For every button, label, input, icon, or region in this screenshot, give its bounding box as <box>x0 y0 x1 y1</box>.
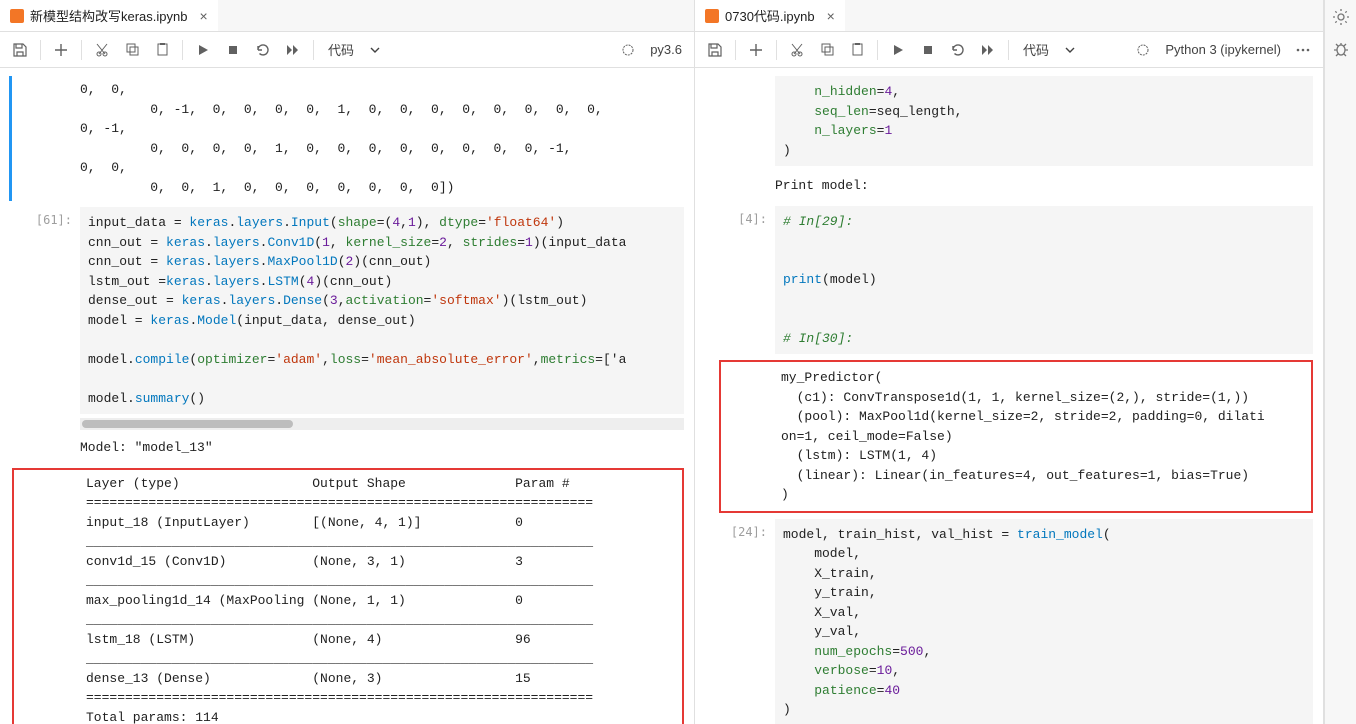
tab-title: 0730代码.ipynb <box>725 6 815 25</box>
kernel-name[interactable]: py3.6 <box>644 42 688 57</box>
cell-type-label: 代码 <box>328 40 354 59</box>
code-cell-top[interactable]: n_hidden=4, seq_len=seq_length, n_layers… <box>707 76 1313 200</box>
add-cell-button[interactable] <box>742 36 770 64</box>
kernel-name[interactable]: Python 3 (ipykernel) <box>1159 42 1287 57</box>
print-model-header: Print model: <box>775 166 1313 200</box>
right-pane: 0730代码.ipynb × 代码 Python 3 (ipyke <box>695 0 1324 724</box>
app-root: 新模型结构改写keras.ipynb × 代码 py3.6 <box>0 0 1356 724</box>
notebook-content-left[interactable]: 0, 0, 0, -1, 0, 0, 0, 0, 1, 0, 0, 0, 0, … <box>0 68 694 724</box>
run-button[interactable] <box>189 36 217 64</box>
code-input-top[interactable]: n_hidden=4, seq_len=seq_length, n_layers… <box>775 76 1313 166</box>
close-icon[interactable]: × <box>199 8 207 24</box>
kernel-idle-icon[interactable] <box>1129 36 1157 64</box>
jupyter-icon <box>705 9 719 23</box>
cut-button[interactable] <box>783 36 811 64</box>
tab-right-notebook[interactable]: 0730代码.ipynb × <box>695 0 845 31</box>
chevron-down-icon <box>1065 45 1075 55</box>
tabbar-right: 0730代码.ipynb × <box>695 0 1323 32</box>
model-name-output: Model: "model_13" <box>80 430 684 462</box>
save-button[interactable] <box>6 36 34 64</box>
kernel-idle-icon[interactable] <box>614 36 642 64</box>
right-sidebar <box>1324 0 1356 724</box>
cell-type-label: 代码 <box>1023 40 1049 59</box>
paste-button[interactable] <box>148 36 176 64</box>
code-cell-4[interactable]: [4]: # In[29]: print(model) # In[30]: my… <box>707 206 1313 513</box>
code-input-61[interactable]: input_data = keras.layers.Input(shape=(4… <box>80 207 684 414</box>
ellipsis-button[interactable] <box>1289 36 1317 64</box>
gear-icon[interactable] <box>1332 8 1350 26</box>
paste-button[interactable] <box>843 36 871 64</box>
array-output: 0, 0, 0, -1, 0, 0, 0, 0, 1, 0, 0, 0, 0, … <box>80 76 684 201</box>
close-icon[interactable]: × <box>827 8 835 24</box>
output-cell: 0, 0, 0, -1, 0, 0, 0, 0, 1, 0, 0, 0, 0, … <box>9 76 684 201</box>
horizontal-scrollbar[interactable] <box>80 418 684 430</box>
fast-forward-button[interactable] <box>974 36 1002 64</box>
bug-icon[interactable] <box>1332 40 1350 58</box>
left-pane: 新模型结构改写keras.ipynb × 代码 py3.6 <box>0 0 695 724</box>
run-button[interactable] <box>884 36 912 64</box>
copy-button[interactable] <box>118 36 146 64</box>
chevron-down-icon <box>370 45 380 55</box>
code-input-4[interactable]: # In[29]: print(model) # In[30]: <box>775 206 1313 355</box>
prompt-24: [24]: <box>707 519 775 724</box>
tab-title: 新模型结构改写keras.ipynb <box>30 6 187 25</box>
fast-forward-button[interactable] <box>279 36 307 64</box>
add-cell-button[interactable] <box>47 36 75 64</box>
tab-left-notebook[interactable]: 新模型结构改写keras.ipynb × <box>0 0 218 31</box>
toolbar-right: 代码 Python 3 (ipykernel) <box>695 32 1323 68</box>
stop-button[interactable] <box>219 36 247 64</box>
save-button[interactable] <box>701 36 729 64</box>
code-cell-61[interactable]: [61]: input_data = keras.layers.Input(sh… <box>12 207 684 724</box>
code-input-24[interactable]: model, train_hist, val_hist = train_mode… <box>775 519 1313 724</box>
code-cell-24[interactable]: [24]: model, train_hist, val_hist = trai… <box>707 519 1313 724</box>
model-summary-output: Layer (type) Output Shape Param # ======… <box>12 468 684 724</box>
restart-button[interactable] <box>944 36 972 64</box>
predictor-output: my_Predictor( (c1): ConvTranspose1d(1, 1… <box>719 360 1313 513</box>
cell-type-select[interactable]: 代码 <box>1015 40 1083 59</box>
cell-type-select[interactable]: 代码 <box>320 40 388 59</box>
cut-button[interactable] <box>88 36 116 64</box>
notebook-content-right[interactable]: n_hidden=4, seq_len=seq_length, n_layers… <box>695 68 1323 724</box>
stop-button[interactable] <box>914 36 942 64</box>
cell-gutter <box>12 76 80 201</box>
jupyter-icon <box>10 9 24 23</box>
restart-button[interactable] <box>249 36 277 64</box>
copy-button[interactable] <box>813 36 841 64</box>
tabbar-left: 新模型结构改写keras.ipynb × <box>0 0 694 32</box>
toolbar-left: 代码 py3.6 <box>0 32 694 68</box>
